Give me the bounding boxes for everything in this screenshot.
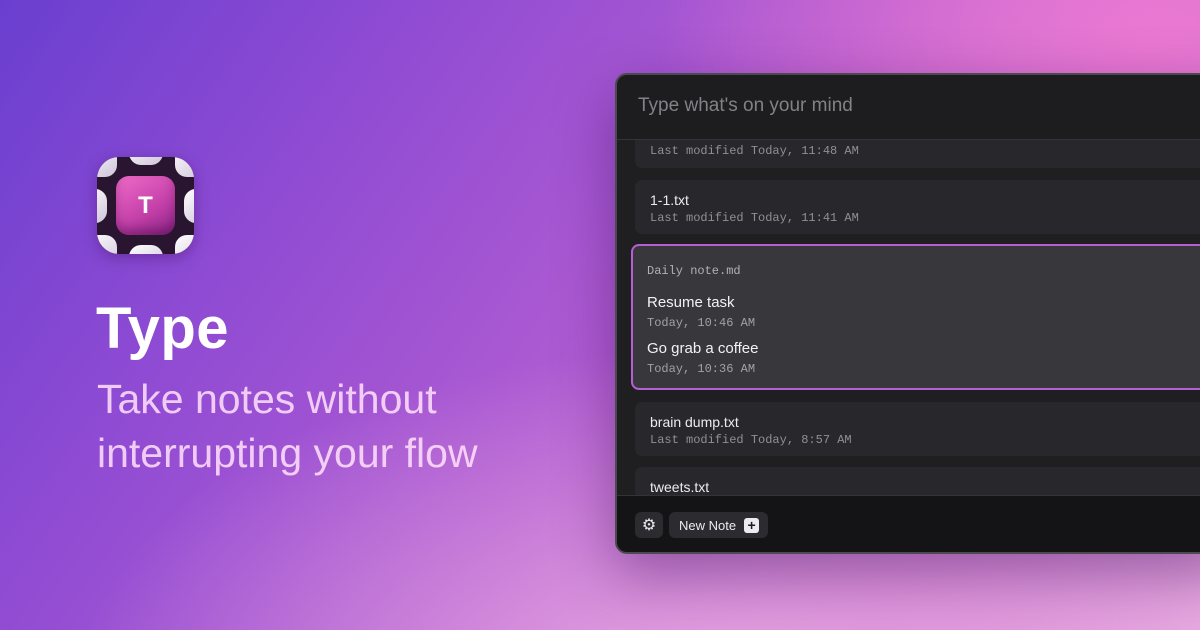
new-note-label: New Note (679, 517, 737, 533)
note-card[interactable]: Last modified Today, 11:48 AM (635, 140, 1200, 168)
app-name: Type (96, 296, 230, 361)
note-card[interactable]: brain dump.txt Last modified Today, 8:57… (635, 402, 1200, 456)
note-meta: Last modified Today, 8:57 AM (650, 433, 852, 447)
selected-note-file: Daily note.md (647, 264, 741, 278)
app-window: Last modified Today, 11:48 AM 1-1.txt La… (615, 73, 1200, 554)
note-name: brain dump.txt (650, 414, 739, 430)
app-logo: T (97, 157, 194, 254)
task-time: Today, 10:46 AM (647, 316, 756, 330)
note-card[interactable]: 1-1.txt Last modified Today, 11:41 AM (635, 180, 1200, 234)
notes-list[interactable]: Last modified Today, 11:48 AM 1-1.txt La… (617, 140, 1200, 500)
window-footer: ⚙ New Note + (617, 495, 1200, 552)
settings-button[interactable]: ⚙ (635, 512, 663, 538)
new-note-button[interactable]: New Note + (669, 512, 769, 538)
task-title[interactable]: Resume task (647, 294, 735, 311)
note-meta: Last modified Today, 11:48 AM (650, 144, 859, 158)
note-name: tweets.txt (650, 479, 710, 495)
search-input[interactable] (636, 94, 1200, 118)
app-tagline: Take notes without interrupting your flo… (97, 376, 478, 476)
search-bar (617, 75, 1200, 140)
logo-letter: T (138, 191, 153, 219)
task-time: Today, 10:36 AM (647, 362, 756, 376)
gear-icon: ⚙ (641, 517, 657, 534)
task-title[interactable]: Go grab a coffee (647, 340, 758, 357)
note-meta: Last modified Today, 11:41 AM (650, 211, 859, 225)
note-name: 1-1.txt (650, 192, 689, 208)
selected-note-card[interactable]: Daily note.md Resume task Today, 10:46 A… (631, 244, 1200, 390)
plus-icon: + (744, 517, 760, 533)
app-brand: T (97, 157, 194, 254)
